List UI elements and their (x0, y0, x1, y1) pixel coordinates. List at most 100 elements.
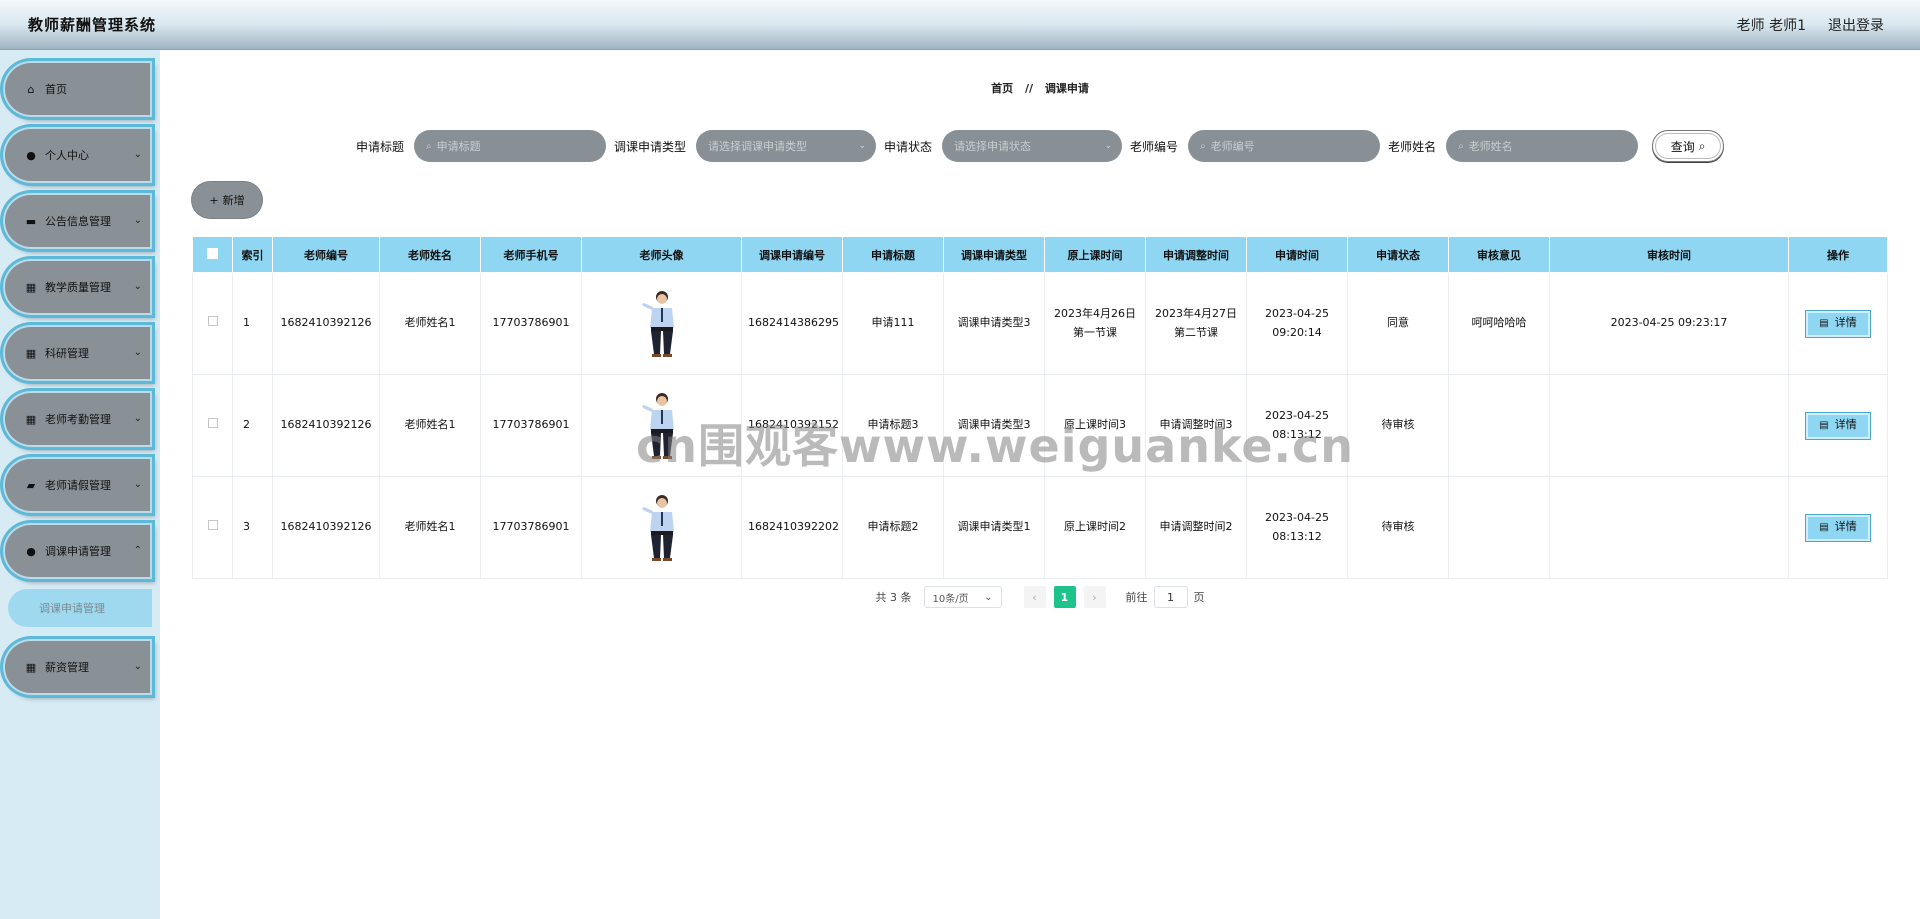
sidebar-item-label: 个人中心 (45, 149, 89, 162)
teacher-no-cell: 1682410392126 (272, 272, 380, 375)
pagination: 共 3 条 10条/页 ⌄ ‹ 1 › 前往 1 页 (160, 586, 1920, 608)
search-title-input[interactable]: ⌕ 申请标题 (414, 130, 607, 162)
table-row: 2 1682410392126 老师姓名1 17703786901 168241… (192, 374, 1888, 477)
sidebar-item-label: 老师请假管理 (45, 479, 111, 492)
teacher-name-input[interactable]: ⌕ 老师姓名 (1446, 130, 1639, 162)
opinion-cell (1448, 374, 1550, 477)
breadcrumb-current: 调课申请 (1044, 82, 1089, 95)
detail-button[interactable]: ▤ 详情 (1805, 309, 1871, 338)
user-icon: ● (26, 544, 36, 558)
apply-no-cell: 1682410392152 (741, 374, 843, 477)
row-select-cell[interactable] (192, 476, 233, 579)
sidebar-item-teaching-quality[interactable]: ▦ 教学质量管理 ⌄ (3, 259, 152, 315)
top-header: 教师薪酬管理系统 老师 老师1 退出登录 (0, 0, 1920, 50)
column-header: 调课申请类型 (943, 236, 1045, 273)
sidebar-item-course-adjust[interactable]: ● 调课申请管理 ⌃ (3, 523, 152, 579)
app-title: 教师薪酬管理系统 (28, 16, 157, 34)
index-cell: 2 (232, 374, 273, 477)
column-header: 审核时间 (1549, 236, 1789, 273)
detail-button[interactable]: ▤ 详情 (1805, 513, 1871, 542)
original-time-cell: 原上课时间2 (1044, 476, 1146, 579)
column-header: 调课申请编号 (741, 236, 843, 273)
chevron-down-icon: ⌄ (133, 412, 142, 424)
column-header: 审核意见 (1448, 236, 1550, 273)
monitor-icon: ▬ (25, 214, 37, 228)
sidebar: ⌂ 首页 ● 个人中心 ⌄ ▬ 公告信息管理 ⌄ ▦ 教学质量管理 ⌄ ▦ 科研… (0, 50, 160, 919)
search-icon: ⌕ (1458, 140, 1464, 152)
current-user: 老师 老师1 (1736, 17, 1806, 34)
sidebar-subitem-course-adjust[interactable]: 调课申请管理 (8, 589, 152, 627)
detail-button-label: 详情 (1834, 418, 1857, 432)
action-cell: ▤ 详情 (1788, 272, 1888, 375)
placeholder-text: 请选择申请状态 (954, 140, 1032, 153)
sidebar-item-research[interactable]: ▦ 科研管理 ⌄ (3, 325, 152, 381)
teacher-no-cell: 1682410392126 (272, 476, 380, 579)
sidebar-item-leave[interactable]: ▰ 老师请假管理 ⌄ (3, 457, 152, 513)
prev-page-button[interactable]: ‹ (1023, 586, 1046, 608)
column-header: 老师姓名 (379, 236, 481, 273)
detail-button-label: 详情 (1834, 520, 1857, 534)
plus-icon: + (209, 193, 219, 207)
adjust-time-cell: 2023年4月27日 第二节课 (1145, 272, 1247, 375)
sidebar-item-home[interactable]: ⌂ 首页 (3, 61, 152, 117)
search-group-title: 申请标题 ⌕ 申请标题 (356, 130, 607, 162)
briefcase-icon: ▰ (26, 478, 36, 492)
add-button-label: 新增 (222, 194, 245, 207)
sidebar-item-attendance[interactable]: ▦ 老师考勤管理 ⌄ (3, 391, 152, 447)
type-cell: 调课申请类型3 (943, 374, 1045, 477)
review-time-cell (1549, 374, 1789, 477)
type-cell: 调课申请类型3 (943, 272, 1045, 375)
teacher-name-cell: 老师姓名1 (379, 374, 481, 477)
chevron-down-icon: ⌄ (133, 478, 142, 490)
next-page-button[interactable]: › (1083, 586, 1106, 608)
avatar-cell (581, 476, 742, 579)
apply-time-cell: 2023-04-25 09:20:14 (1246, 272, 1348, 375)
teacher-no-input[interactable]: ⌕ 老师编号 (1188, 130, 1381, 162)
column-header: 申请标题 (842, 236, 944, 273)
page-size-select[interactable]: 10条/页 ⌄ (923, 586, 1002, 608)
action-cell: ▤ 详情 (1788, 374, 1888, 477)
query-button[interactable]: 查询 ⌕ (1652, 130, 1725, 162)
column-header: 索引 (232, 236, 273, 273)
phone-cell: 17703786901 (480, 374, 582, 477)
original-time-cell: 2023年4月26日 第一节课 (1044, 272, 1146, 375)
status-cell: 同意 (1347, 272, 1449, 375)
detail-button[interactable]: ▤ 详情 (1805, 411, 1871, 440)
status-select[interactable]: 请选择申请状态 ⌄ (942, 130, 1123, 162)
grid-icon: ▦ (25, 660, 37, 674)
row-checkbox[interactable] (207, 520, 218, 531)
teacher-name-cell: 老师姓名1 (379, 272, 481, 375)
header-user-area: 老师 老师1 退出登录 (1737, 15, 1884, 35)
select-all-cell[interactable] (192, 236, 233, 273)
search-group-teacher-name: 老师姓名 ⌕ 老师姓名 (1388, 130, 1639, 162)
search-bar: 申请标题 ⌕ 申请标题 调课申请类型 请选择调课申请类型 ⌄ 申请状态 请选择申… (356, 130, 1725, 162)
table-row: 1 1682410392126 老师姓名1 17703786901 168241… (192, 272, 1888, 375)
review-time-cell (1549, 476, 1789, 579)
sidebar-item-announcement[interactable]: ▬ 公告信息管理 ⌄ (3, 193, 152, 249)
sidebar-item-label: 教学质量管理 (45, 281, 111, 294)
select-all-checkbox[interactable] (207, 247, 218, 259)
row-checkbox[interactable] (207, 316, 218, 327)
sidebar-item-personal-center[interactable]: ● 个人中心 ⌄ (3, 127, 152, 183)
logout-link[interactable]: 退出登录 (1828, 15, 1884, 35)
teacher-avatar (641, 494, 674, 561)
type-select[interactable]: 请选择调课申请类型 ⌄ (696, 130, 877, 162)
row-select-cell[interactable] (192, 374, 233, 477)
page-number-button[interactable]: 1 (1053, 586, 1076, 608)
goto-page-input[interactable]: 1 (1153, 586, 1188, 608)
teacher-no-cell: 1682410392126 (272, 374, 380, 477)
status-cell: 待审核 (1347, 476, 1449, 579)
row-select-cell[interactable] (192, 272, 233, 375)
search-label: 调课申请类型 (614, 139, 687, 154)
table-header-row: 索引 老师编号 老师姓名 老师手机号 老师头像 调课申请编号 申请标题 调课申请… (192, 236, 1888, 273)
row-checkbox[interactable] (207, 418, 218, 429)
index-cell: 3 (232, 476, 273, 579)
add-button[interactable]: + 新增 (192, 182, 262, 218)
main-content: 首页 // 调课申请 申请标题 ⌕ 申请标题 调课申请类型 请选择调课申请类型 … (160, 50, 1920, 919)
chevron-down-icon: ⌄ (133, 660, 142, 672)
sidebar-item-salary[interactable]: ▦ 薪资管理 ⌄ (3, 639, 152, 695)
chevron-down-icon: ⌄ (858, 141, 867, 151)
sidebar-item-label: 公告信息管理 (45, 215, 111, 228)
breadcrumb-home[interactable]: 首页 (991, 82, 1013, 95)
apply-no-cell: 1682414386295 (741, 272, 843, 375)
